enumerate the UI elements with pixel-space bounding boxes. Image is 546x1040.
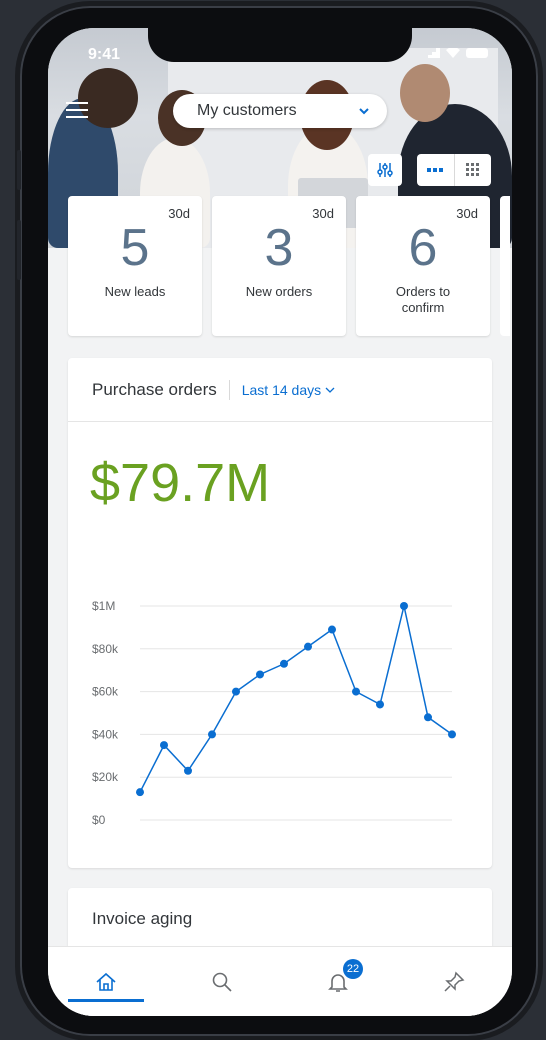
kpi-tile-new-orders[interactable]: 30d 3 New orders xyxy=(212,196,346,336)
period-selector[interactable]: Last 14 days xyxy=(242,382,335,398)
x-tick-label: 5/8 xyxy=(275,836,293,838)
tab-bar: 22 xyxy=(48,946,512,1016)
y-tick-label: $1M xyxy=(92,599,115,613)
signal-icon xyxy=(424,48,440,58)
y-tick-label: $40k xyxy=(92,727,119,741)
search-icon xyxy=(212,972,232,992)
y-tick-label: $60k xyxy=(92,685,119,699)
data-point xyxy=(280,659,288,668)
y-tick-label: $20k xyxy=(92,770,119,784)
x-tick-label: 5/14 xyxy=(415,836,440,838)
carousel-view-button[interactable] xyxy=(417,154,454,186)
sliders-icon xyxy=(377,163,393,177)
series-line xyxy=(139,605,453,793)
photo-person xyxy=(78,68,138,128)
data-point xyxy=(376,700,384,709)
x-tick-label: 5/6 xyxy=(227,836,245,838)
tile-label: New orders xyxy=(245,284,313,299)
period-label: Last 14 days xyxy=(241,381,322,398)
x-tick-label: 5/10 xyxy=(319,836,344,838)
tab-notifications[interactable]: 22 xyxy=(280,947,396,1016)
tab-home[interactable] xyxy=(48,947,164,1016)
tile-label: New leads xyxy=(104,284,166,299)
data-point xyxy=(400,602,408,610)
tile-value: 5 xyxy=(120,219,150,277)
x-tick-label: 5/12 xyxy=(367,836,392,838)
data-point xyxy=(232,687,240,696)
purchase-orders-chart: $0 $20k $40k $60k $80k $1M 5/2 5/4 5/6 5/8 5/10 5/1… xyxy=(92,599,456,838)
side-button xyxy=(17,150,21,190)
grid-icon xyxy=(465,163,479,176)
data-point xyxy=(208,730,216,739)
kpi-tiles: 30d 5 New leads 30d 3 New orders 30d 6 O… xyxy=(68,196,510,336)
tab-pinned[interactable] xyxy=(396,947,512,1016)
divider xyxy=(228,379,230,400)
card-header: Purchase orders Last 14 days xyxy=(68,358,492,422)
customer-filter-label: My customers xyxy=(197,102,297,119)
purchase-orders-total: $79.7M xyxy=(90,453,271,513)
side-button xyxy=(17,220,21,280)
chevron-down-icon xyxy=(359,108,369,115)
tile-value: 6 xyxy=(408,219,438,277)
dots-icon xyxy=(427,168,444,172)
data-point xyxy=(424,713,432,722)
photo-person xyxy=(400,64,450,122)
data-point xyxy=(448,730,456,739)
notification-badge: 22 xyxy=(343,959,363,979)
menu-icon[interactable] xyxy=(66,102,88,118)
kpi-tile-next[interactable] xyxy=(500,196,510,336)
status-time: 9:41 xyxy=(88,46,121,63)
grid-view-button[interactable] xyxy=(454,154,491,186)
app-screen: 9:41 My customers 30d 5 New leads 30d 3 … xyxy=(48,28,512,1016)
notch xyxy=(148,28,412,62)
chevron-down-icon xyxy=(325,387,335,393)
data-point xyxy=(256,670,264,679)
x-tick-label: 5/4 xyxy=(179,836,197,838)
purchase-orders-card: Purchase orders Last 14 days $79.7M $0 $2… xyxy=(68,358,492,868)
card-title: Invoice aging xyxy=(92,908,193,928)
status-icons xyxy=(424,48,488,58)
tile-label: Orders to confirm xyxy=(395,284,451,315)
data-point xyxy=(328,625,336,634)
data-point xyxy=(184,766,192,775)
filter-settings-button[interactable] xyxy=(368,154,402,186)
tab-search[interactable] xyxy=(164,947,280,1016)
customer-filter-dropdown[interactable]: My customers xyxy=(173,94,387,128)
card-header: Invoice aging xyxy=(68,888,492,950)
y-tick-label: $80k xyxy=(92,642,119,656)
kpi-tile-orders-to-confirm[interactable]: 30d 6 Orders to confirm xyxy=(356,196,490,336)
data-point xyxy=(160,741,168,750)
pin-icon xyxy=(444,971,465,992)
tile-value: 3 xyxy=(264,219,294,277)
data-point xyxy=(136,788,144,797)
wifi-icon xyxy=(446,48,460,58)
x-tick-label: 5/2 xyxy=(131,836,149,838)
data-point xyxy=(352,687,360,696)
y-tick-label: $0 xyxy=(92,813,106,827)
card-title: Purchase orders xyxy=(92,379,217,399)
data-point xyxy=(304,642,312,651)
battery-icon xyxy=(466,48,488,58)
view-toggle xyxy=(417,154,491,186)
home-icon xyxy=(96,972,116,991)
kpi-tile-new-leads[interactable]: 30d 5 New leads xyxy=(68,196,202,336)
